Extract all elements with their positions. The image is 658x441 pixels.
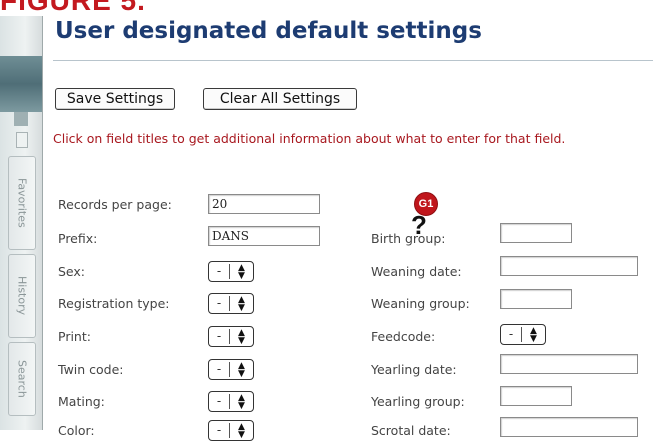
sidebar-notch xyxy=(14,112,28,126)
clear-all-settings-button[interactable]: Clear All Settings xyxy=(203,88,357,110)
sidebar-tab-label: Search xyxy=(15,360,29,398)
updown-arrow-icon: ▲ ▼ xyxy=(238,360,245,379)
updown-arrow-icon: ▲ ▼ xyxy=(238,392,245,411)
sidebar-header-band xyxy=(0,56,42,112)
sidebar-tab-history[interactable]: History xyxy=(8,254,36,338)
updown-arrow-icon: ▲ ▼ xyxy=(238,327,245,346)
settings-panel: User designated default settings Save Se… xyxy=(43,16,658,441)
sidebar-tab-favorites[interactable]: Favorites xyxy=(8,156,36,250)
feedcode-select[interactable]: - ▲ ▼ xyxy=(500,324,546,345)
sidebar-tab-label: History xyxy=(15,276,29,316)
field-label-sex[interactable]: Sex: xyxy=(58,264,85,279)
page-icon xyxy=(16,132,28,148)
birth-group-input[interactable] xyxy=(500,223,572,243)
select-value: - xyxy=(209,296,230,311)
updown-arrow-icon: ▲ ▼ xyxy=(238,294,245,313)
select-value: - xyxy=(209,264,230,279)
records-per-page-input[interactable]: 20 xyxy=(208,194,320,214)
field-label-weaning-date[interactable]: Weaning date: xyxy=(371,264,462,279)
updown-arrow-icon: ▲ ▼ xyxy=(238,421,245,440)
field-label-weaning-group[interactable]: Weaning group: xyxy=(371,296,470,311)
yearling-date-input[interactable] xyxy=(500,354,638,374)
select-value: - xyxy=(209,362,230,377)
color-select[interactable]: - ▲ ▼ xyxy=(208,420,254,441)
weaning-group-input[interactable] xyxy=(500,289,572,309)
page-title: User designated default settings xyxy=(55,18,482,44)
field-label-mating[interactable]: Mating: xyxy=(58,394,105,409)
select-value: - xyxy=(209,329,230,344)
weaning-date-input[interactable] xyxy=(500,256,638,276)
field-label-print[interactable]: Print: xyxy=(58,329,91,344)
registration-type-select[interactable]: - ▲ ▼ xyxy=(208,293,254,314)
select-value: - xyxy=(501,327,522,342)
select-value: - xyxy=(209,394,230,409)
select-value: - xyxy=(209,423,230,438)
save-settings-button[interactable]: Save Settings xyxy=(55,88,175,110)
yearling-group-input[interactable] xyxy=(500,386,572,406)
scrotal-date-input[interactable] xyxy=(500,417,638,437)
field-label-twin-code[interactable]: Twin code: xyxy=(58,362,124,377)
field-label-color[interactable]: Color: xyxy=(58,423,95,438)
field-label-birth-group[interactable]: Birth group: xyxy=(371,231,446,246)
field-label-yearling-group[interactable]: Yearling group: xyxy=(371,394,465,409)
updown-arrow-icon: ▲ ▼ xyxy=(530,325,537,344)
sidebar-tab-label: Favorites xyxy=(15,178,29,228)
field-label-records-per-page[interactable]: Records per page: xyxy=(58,197,172,212)
figure-label: FIGURE 5. xyxy=(0,0,146,16)
field-label-yearling-date[interactable]: Yearling date: xyxy=(371,362,457,377)
print-select[interactable]: - ▲ ▼ xyxy=(208,326,254,347)
field-label-feedcode[interactable]: Feedcode: xyxy=(371,329,435,344)
sidebar-drawer: Favorites History Search xyxy=(0,16,43,430)
sex-select[interactable]: - ▲ ▼ xyxy=(208,261,254,282)
field-label-prefix[interactable]: Prefix: xyxy=(58,231,97,246)
title-divider xyxy=(53,60,653,61)
updown-arrow-icon: ▲ ▼ xyxy=(238,262,245,281)
info-text: Click on field titles to get additional … xyxy=(53,131,566,146)
field-label-registration-type[interactable]: Registration type: xyxy=(58,296,170,311)
field-label-scrotal-date[interactable]: Scrotal date: xyxy=(371,423,451,438)
mating-select[interactable]: - ▲ ▼ xyxy=(208,391,254,412)
prefix-input[interactable]: DANS xyxy=(208,226,320,246)
sidebar-tab-search[interactable]: Search xyxy=(8,342,36,416)
twin-code-select[interactable]: - ▲ ▼ xyxy=(208,359,254,380)
